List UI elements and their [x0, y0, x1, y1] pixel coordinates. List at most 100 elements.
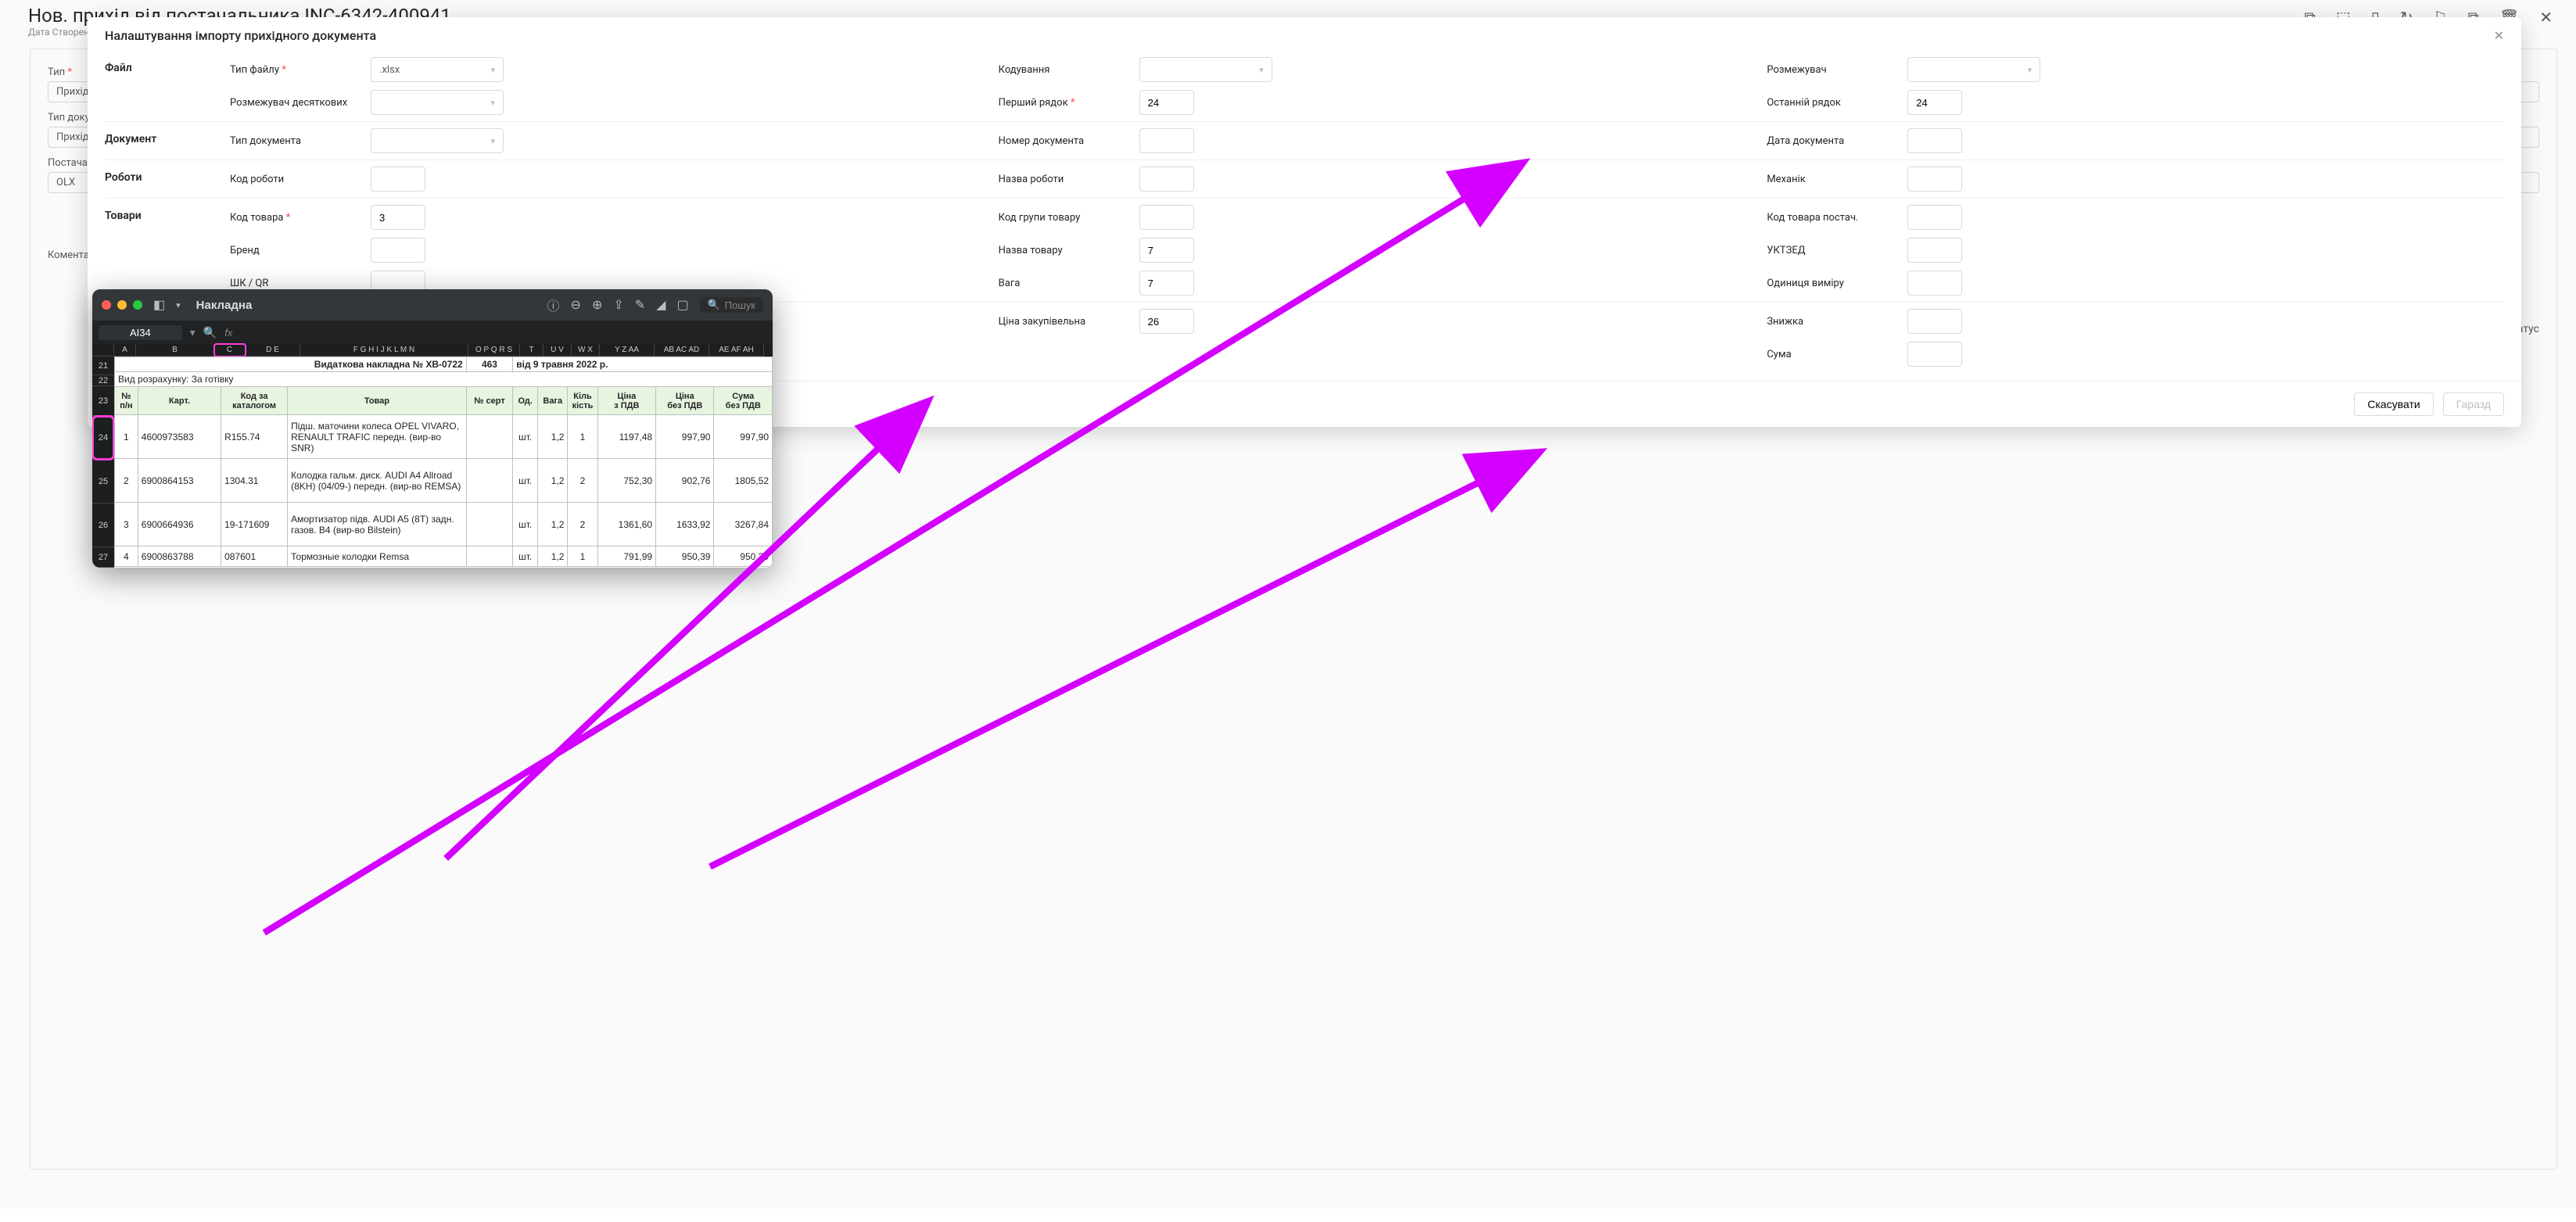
col-header[interactable]: AB AC AD — [655, 344, 709, 357]
fx-icon: fx — [224, 327, 232, 339]
table-header: Вага — [538, 387, 568, 415]
ok-button[interactable]: Гаразд — [2443, 392, 2504, 416]
dropdown-icon[interactable]: ▾ — [176, 300, 181, 310]
col-header[interactable]: F G H I J K L M N — [300, 344, 468, 357]
mechanic-input[interactable] — [1907, 167, 1962, 192]
table-cell: 2 — [568, 503, 597, 546]
row-number[interactable]: 26 — [92, 503, 114, 547]
discount-input[interactable] — [1907, 309, 1962, 334]
table-header: Карт. — [138, 387, 221, 415]
doc-date-input[interactable] — [1907, 128, 1962, 153]
table-cell: 950,39 — [656, 546, 714, 567]
sum-label: Сума — [1767, 349, 1900, 360]
section-file: Файл — [105, 57, 230, 115]
table-row[interactable]: 269008641531304.31Колодка гальм. диск. A… — [115, 459, 773, 503]
unit-label: Одиниця виміру — [1767, 278, 1900, 289]
table-header: Ціназ ПДВ — [597, 387, 655, 415]
unit-input[interactable] — [1907, 271, 1962, 296]
zoom-in-icon[interactable]: ⊕ — [592, 297, 602, 313]
prod-name-label: Назва товару — [999, 245, 1132, 256]
table-cell: 1 — [115, 415, 138, 459]
work-name-input[interactable] — [1139, 167, 1194, 192]
table-cell: 1304.31 — [221, 459, 288, 503]
edit-icon[interactable]: ✎ — [635, 297, 645, 313]
table-row[interactable]: 14600973583R155.74Підш. маточини колеса … — [115, 415, 773, 459]
delimiter-select[interactable]: ▾ — [1907, 57, 2040, 82]
doc-num-input[interactable] — [1139, 128, 1194, 153]
sup-code-input[interactable] — [1907, 205, 1962, 230]
col-header[interactable]: Y Z AA — [600, 344, 655, 357]
table-row[interactable]: 46900863788087601Тормозные колодки Remsa… — [115, 546, 773, 567]
encoding-select[interactable]: ▾ — [1139, 57, 1272, 82]
last-row-input[interactable] — [1907, 90, 1962, 115]
prod-code-input[interactable] — [371, 205, 425, 230]
row-number[interactable]: 25 — [92, 460, 114, 503]
encoding-label: Кодування — [999, 64, 1132, 76]
doc-date-label: Дата документа — [1767, 135, 1900, 147]
work-code-input[interactable] — [371, 167, 425, 192]
cancel-button[interactable]: Скасувати — [2354, 392, 2433, 416]
col-header[interactable]: AE AF AH — [709, 344, 764, 357]
section-goods: Товари — [105, 205, 230, 296]
table-header: № серт — [466, 387, 513, 415]
table-cell: 902,76 — [656, 459, 714, 503]
row-number[interactable]: 21 — [92, 357, 114, 375]
col-header[interactable]: C — [214, 344, 246, 357]
dec-delim-select[interactable]: ▾ — [371, 90, 504, 115]
brand-label: Бренд — [230, 245, 363, 256]
modal-close-icon[interactable]: ✕ — [2494, 28, 2504, 43]
table-cell: 4600973583 — [138, 415, 221, 459]
table-row[interactable]: 3690066493619-171609Амортизатор підв. AU… — [115, 503, 773, 546]
table-cell: 1805,52 — [714, 459, 773, 503]
row-number[interactable]: 27 — [92, 547, 114, 568]
row-number[interactable]: 22 — [92, 375, 114, 386]
info-icon[interactable]: ⓘ — [547, 296, 560, 314]
crop-icon[interactable]: ▢ — [676, 297, 688, 313]
col-header[interactable]: D E — [246, 344, 300, 357]
first-row-input[interactable] — [1139, 90, 1194, 115]
table-cell: 752,30 — [597, 459, 655, 503]
col-header[interactable]: A — [114, 344, 136, 357]
col-header[interactable]: U V — [544, 344, 572, 357]
highlight-icon[interactable]: ◢ — [656, 297, 666, 313]
table-cell: 19-171609 — [221, 503, 288, 546]
weight-input[interactable] — [1139, 271, 1194, 296]
col-header[interactable] — [92, 344, 114, 357]
sum-input[interactable] — [1907, 342, 1962, 367]
col-header[interactable]: T — [520, 344, 544, 357]
prod-name-input[interactable] — [1139, 238, 1194, 263]
modal-title: Налаштування імпорту прихідного документ… — [105, 28, 376, 43]
col-header[interactable]: B — [136, 344, 214, 357]
search-input[interactable]: 🔍 Пошук — [700, 297, 763, 313]
invoice-title-left: Видаткова накладна № ХВ-0722 — [115, 357, 467, 372]
weight-label: Вага — [999, 278, 1132, 289]
table-cell — [466, 459, 513, 503]
table-cell: 2 — [115, 459, 138, 503]
window-max-icon[interactable] — [133, 300, 142, 310]
row-number[interactable]: 23 — [92, 386, 114, 416]
cell-reference[interactable]: AI34 — [99, 325, 182, 340]
table-cell: 791,99 — [597, 546, 655, 567]
group-code-input[interactable] — [1139, 205, 1194, 230]
window-close-icon[interactable] — [102, 300, 111, 310]
uktzed-input[interactable] — [1907, 238, 1962, 263]
share-icon[interactable]: ⇪ — [613, 297, 623, 313]
first-row-label: Перший рядок * — [999, 97, 1132, 109]
row-number[interactable]: 24 — [92, 416, 114, 460]
table-cell: 1197,48 — [597, 415, 655, 459]
zoom-out-icon[interactable]: ⊖ — [571, 297, 581, 313]
prod-code-label: Код товара * — [230, 212, 363, 224]
payment-note: Вид розрахунку: За готівку — [115, 372, 773, 387]
col-header[interactable]: O P Q R S — [468, 344, 520, 357]
doc-type-select[interactable]: ▾ — [371, 128, 504, 153]
purchase-input[interactable] — [1139, 309, 1194, 334]
purchase-label: Ціна закупівельна — [999, 316, 1132, 328]
table-cell: шт. — [513, 459, 538, 503]
sidebar-toggle-icon[interactable]: ◧ — [153, 297, 165, 313]
window-min-icon[interactable] — [117, 300, 127, 310]
col-header[interactable]: W X — [572, 344, 600, 357]
brand-input[interactable] — [371, 238, 425, 263]
invoice-number: 463 — [466, 357, 513, 372]
file-type-select[interactable]: .xlsx▾ — [371, 57, 504, 82]
table-cell: 6900664936 — [138, 503, 221, 546]
